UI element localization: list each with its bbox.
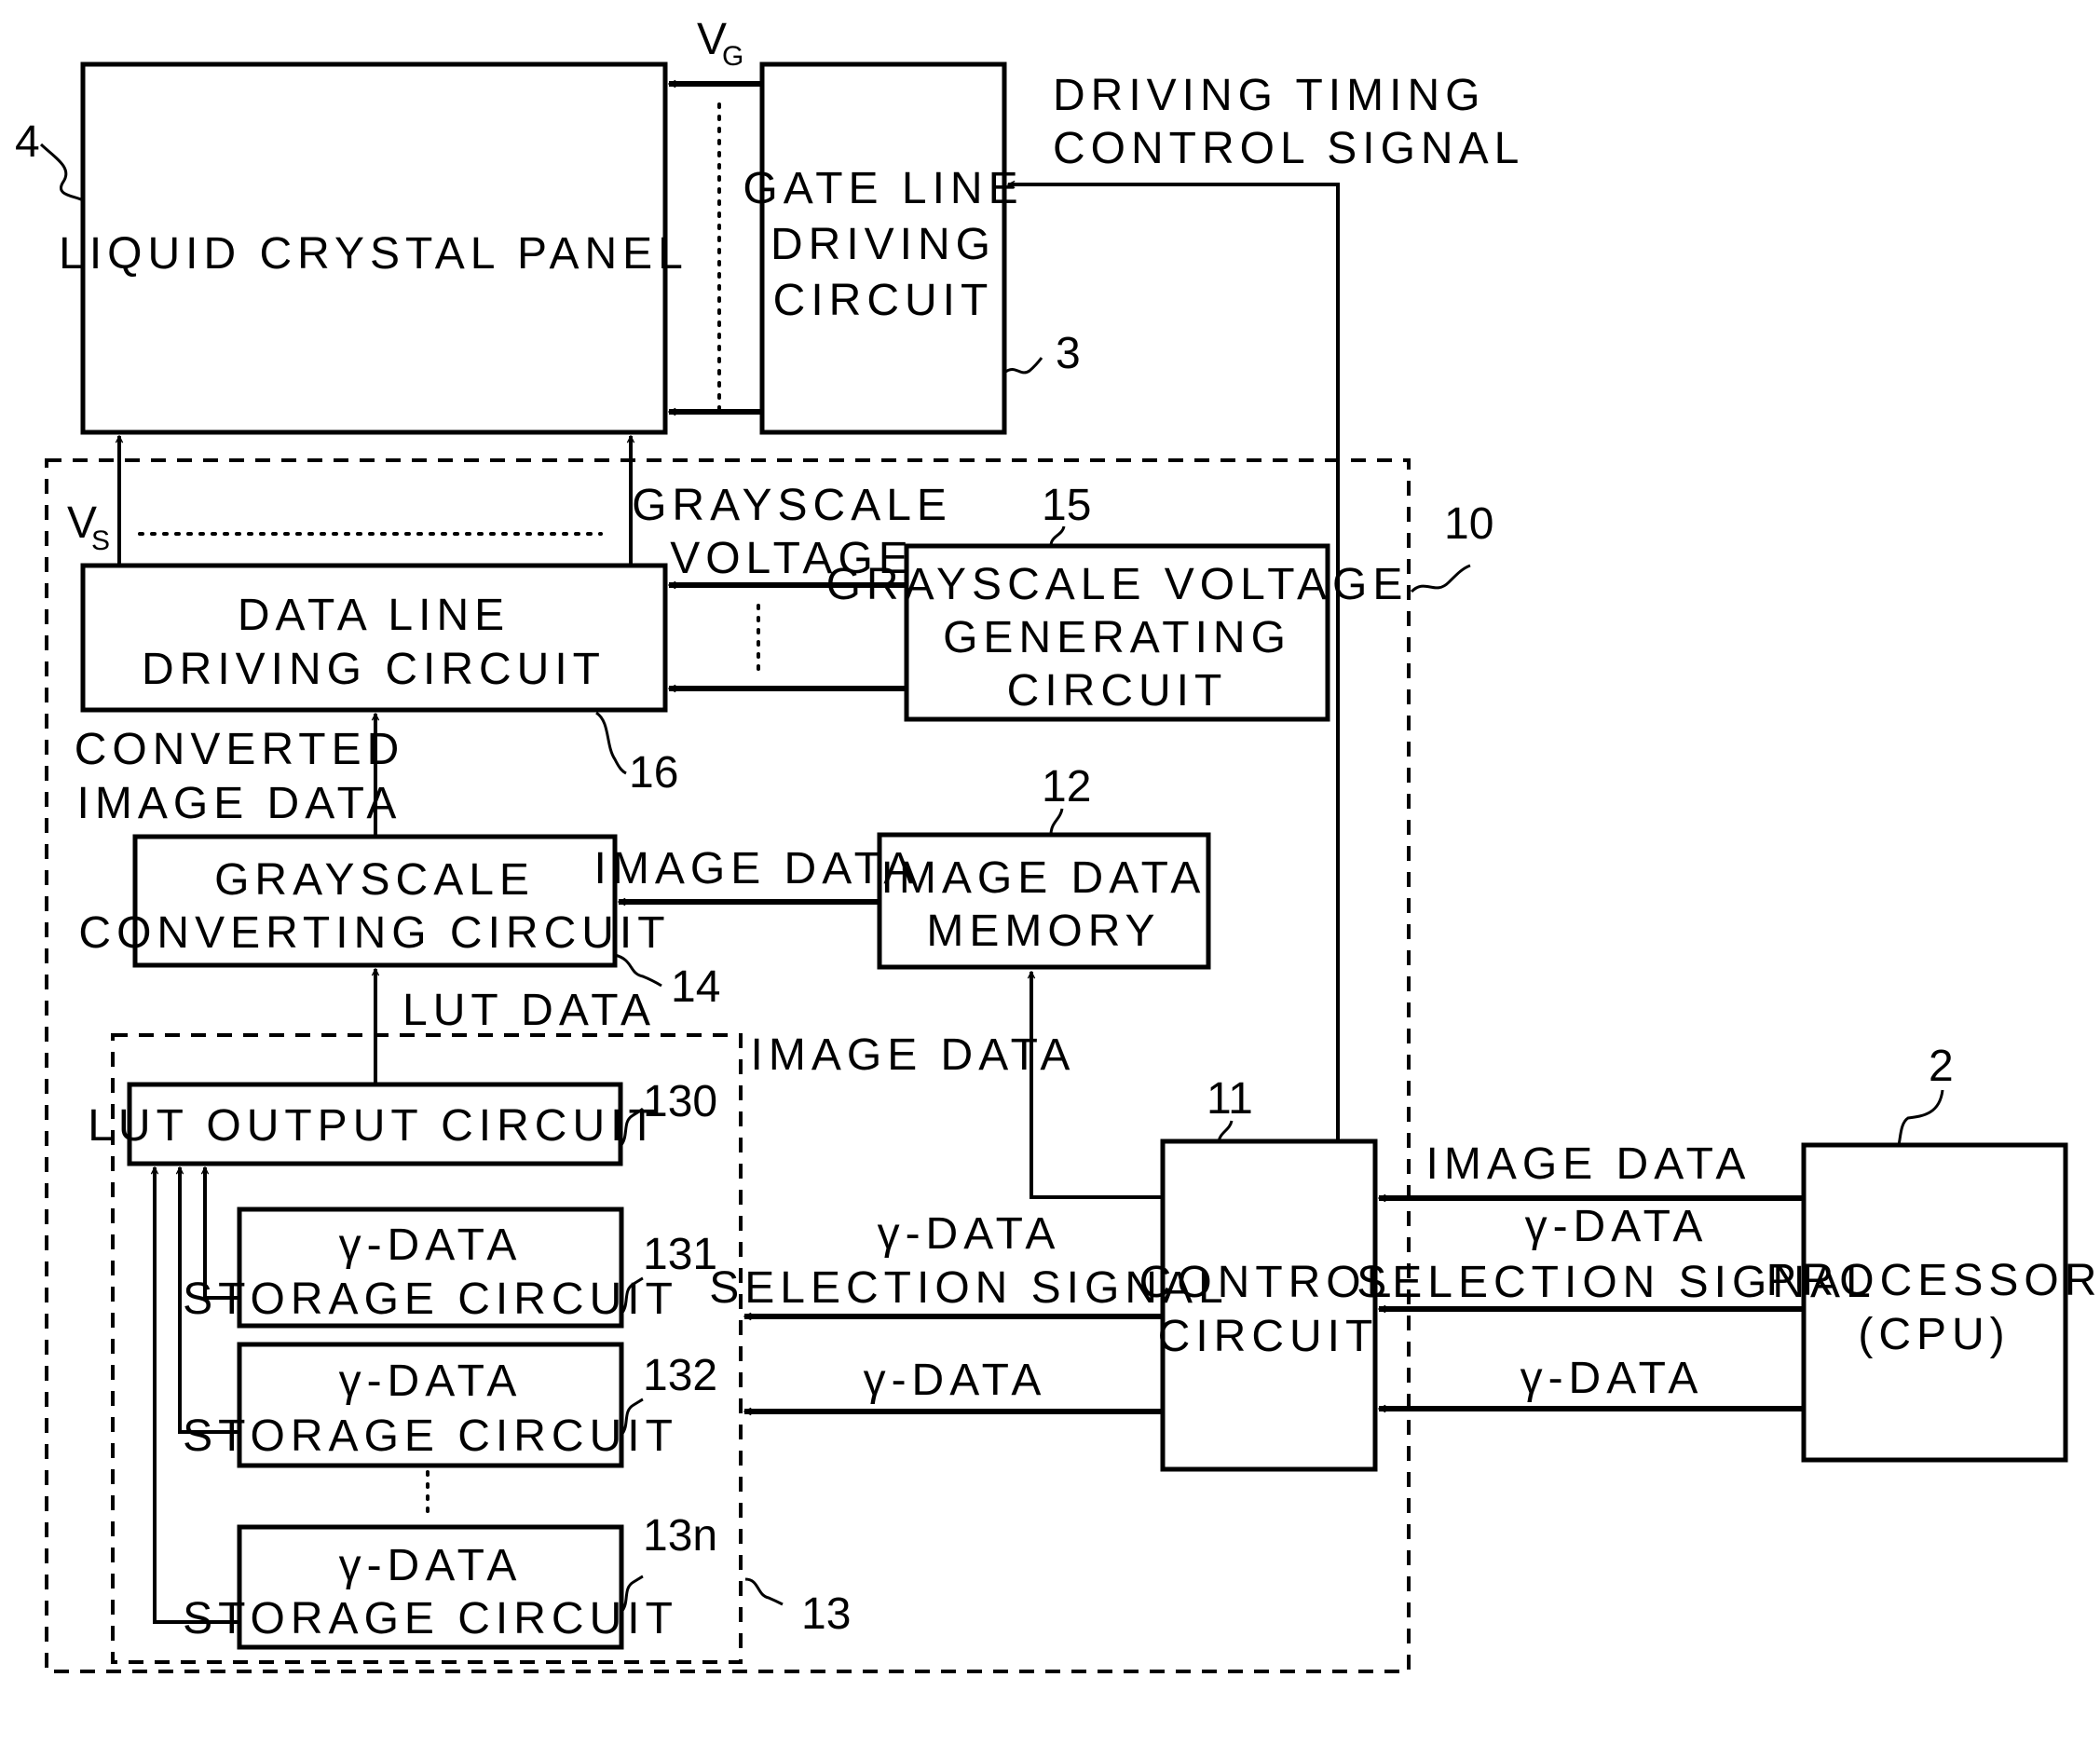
ref-lut-group: 13 bbox=[801, 1589, 851, 1639]
selection-signal-right-label-2: SELECTION SIGNAL bbox=[1357, 1258, 1875, 1307]
gamma-131-label-1: γ-DATA bbox=[339, 1220, 523, 1270]
ref-leader-16 bbox=[595, 711, 627, 775]
ref-gamma-13n: 13n bbox=[643, 1511, 717, 1561]
diagram-canvas: LIQUID CRYSTAL PANEL 4 GATE LINE DRIVING… bbox=[15, 15, 2096, 1673]
selection-signal-right-label-1: γ-DATA bbox=[1525, 1202, 1709, 1251]
ref-leader-10 bbox=[1410, 564, 1471, 593]
ref-gvg: 15 bbox=[1042, 481, 1091, 530]
gamma-13n-label-2: STORAGE CIRCUIT bbox=[183, 1594, 678, 1643]
image-data-memory: IMAGE DATA MEMORY bbox=[877, 832, 1211, 970]
gamma-storage-132: γ-DATA STORAGE CIRCUIT bbox=[183, 1342, 678, 1468]
data-line-driving-circuit: DATA LINE DRIVING CIRCUIT bbox=[80, 563, 668, 713]
grayscale-converting-circuit: GRAYSCALE CONVERTING CIRCUIT bbox=[78, 834, 670, 968]
ref-leader-12 bbox=[1049, 808, 1064, 836]
lcd-panel: LIQUID CRYSTAL PANEL bbox=[59, 61, 689, 435]
driving-timing-label-2: CONTROL SIGNAL bbox=[1053, 124, 1524, 173]
selection-signal-left-label-1: γ-DATA bbox=[878, 1209, 1061, 1259]
ref-gamma-131: 131 bbox=[643, 1230, 717, 1279]
block-diagram: LIQUID CRYSTAL PANEL 4 GATE LINE DRIVING… bbox=[0, 0, 2100, 1759]
lcd-panel-label: LIQUID CRYSTAL PANEL bbox=[59, 229, 689, 279]
gate-line-label-3: CIRCUIT bbox=[773, 276, 994, 325]
ref-leader-3 bbox=[1003, 357, 1043, 375]
ref-idm: 12 bbox=[1042, 762, 1091, 811]
image-data-to-memory-arrow bbox=[1031, 972, 1163, 1199]
ref-controller: 10 bbox=[1444, 499, 1493, 549]
lut-output-circuit: LUT OUTPUT CIRCUIT bbox=[88, 1082, 661, 1166]
gamma-data-right-label: γ-DATA bbox=[1520, 1354, 1704, 1403]
grayscale-voltage-label-2: VOLTAGE bbox=[670, 534, 914, 583]
converted-image-data-label-1: CONVERTED bbox=[75, 725, 405, 774]
ref-gamma-132: 132 bbox=[643, 1351, 717, 1400]
gate-line-label-1: GATE LINE bbox=[743, 164, 1023, 213]
lut-output-label: LUT OUTPUT CIRCUIT bbox=[88, 1101, 661, 1151]
gamma-132-label-1: γ-DATA bbox=[339, 1357, 523, 1406]
gvg-label-2: GENERATING bbox=[943, 613, 1291, 662]
ref-leader-2 bbox=[1897, 1089, 1944, 1146]
ref-lut-output: 130 bbox=[643, 1077, 717, 1126]
gcc-label-1: GRAYSCALE bbox=[214, 855, 535, 905]
gvg-label-3: CIRCUIT bbox=[1007, 666, 1228, 716]
gamma-storage-13n: γ-DATA STORAGE CIRCUIT bbox=[183, 1524, 678, 1650]
gate-line-driving-circuit: GATE LINE DRIVING CIRCUIT bbox=[743, 61, 1023, 435]
driving-timing-label-1: DRIVING TIMING bbox=[1053, 71, 1485, 120]
gamma-131-label-2: STORAGE CIRCUIT bbox=[183, 1275, 678, 1324]
vg-label-sub: G bbox=[722, 41, 743, 72]
lut-data-label: LUT DATA bbox=[402, 986, 656, 1035]
gamma-13n-label-1: γ-DATA bbox=[339, 1541, 523, 1590]
control-label-2: CIRCUIT bbox=[1158, 1312, 1379, 1361]
idm-label-1: IMAGE DATA bbox=[881, 853, 1207, 903]
grayscale-voltage-label-1: GRAYSCALE bbox=[632, 481, 952, 530]
ref-leader-14 bbox=[614, 953, 662, 988]
vs-label-sub: S bbox=[91, 525, 110, 556]
ref-lcd-panel: 4 bbox=[15, 117, 40, 167]
gamma-storage-131: γ-DATA STORAGE CIRCUIT bbox=[183, 1207, 678, 1329]
ref-data-line: 16 bbox=[629, 748, 678, 798]
gamma-13n-to-lut-arrow bbox=[155, 1167, 239, 1624]
converted-image-data-label-2: IMAGE DATA bbox=[77, 779, 402, 828]
ref-gcc: 14 bbox=[671, 962, 720, 1012]
data-line-label-1: DATA LINE bbox=[238, 591, 510, 640]
ref-gate-line: 3 bbox=[1056, 329, 1081, 378]
data-line-label-2: DRIVING CIRCUIT bbox=[142, 645, 606, 694]
gate-line-label-2: DRIVING bbox=[770, 220, 996, 269]
image-data-to-converter-label: IMAGE DATA bbox=[594, 844, 920, 893]
selection-signal-left-label-2: SELECTION SIGNAL bbox=[709, 1263, 1228, 1313]
gamma-132-label-2: STORAGE CIRCUIT bbox=[183, 1411, 678, 1461]
gamma-data-left-label: γ-DATA bbox=[864, 1356, 1047, 1405]
ref-leader-13 bbox=[744, 1577, 784, 1606]
image-data-to-memory-label: IMAGE DATA bbox=[751, 1030, 1076, 1080]
ref-leader-11 bbox=[1217, 1120, 1234, 1142]
processor-label-2: (CPU) bbox=[1858, 1310, 2010, 1359]
idm-label-2: MEMORY bbox=[926, 907, 1160, 956]
gcc-label-2: CONVERTING CIRCUIT bbox=[78, 908, 670, 958]
ref-control: 11 bbox=[1207, 1074, 1253, 1124]
ref-leader-4 bbox=[39, 143, 84, 202]
image-data-cpu-label: IMAGE DATA bbox=[1426, 1139, 1752, 1189]
ref-processor: 2 bbox=[1929, 1042, 1954, 1091]
